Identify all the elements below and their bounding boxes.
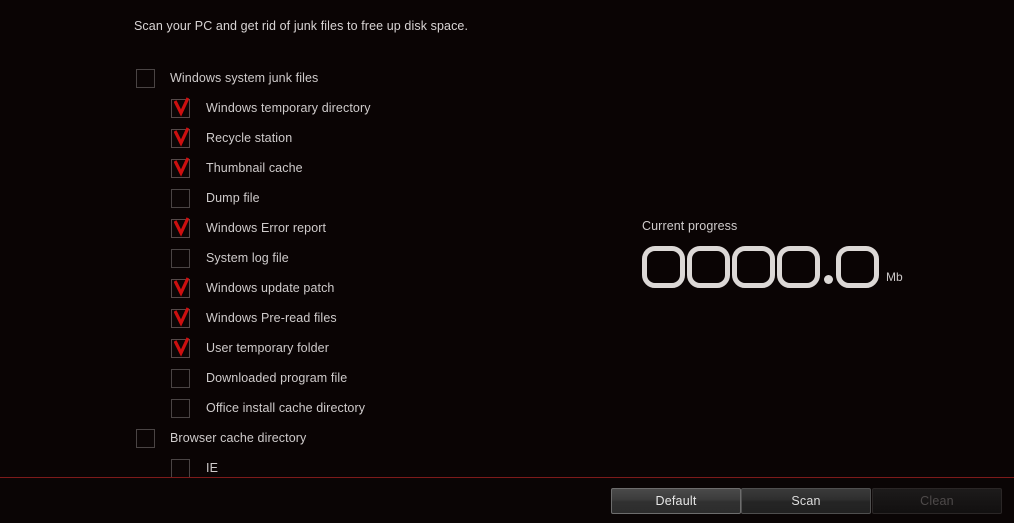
checkbox-label: Office install cache directory	[206, 401, 366, 415]
checkbox-label: Downloaded program file	[206, 371, 348, 385]
checkbox-row[interactable]: Dump file	[0, 183, 620, 213]
checkmark-icon	[174, 156, 189, 177]
checkmark-icon	[174, 306, 189, 327]
checkbox-row[interactable]: Recycle station	[0, 123, 620, 153]
junk-cleaner-window: Scan your PC and get rid of junk files t…	[0, 0, 1014, 523]
current-progress-label: Current progress	[642, 219, 738, 233]
intro-description: Scan your PC and get rid of junk files t…	[134, 19, 469, 33]
clean-button: Clean	[872, 488, 1002, 514]
checkbox-row[interactable]: Windows temporary directory	[0, 93, 620, 123]
checkbox-label: Recycle station	[206, 131, 293, 145]
checkbox-label: Windows update patch	[206, 281, 335, 295]
checkbox-checked-icon[interactable]	[171, 156, 190, 178]
scan-button[interactable]: Scan	[741, 488, 871, 514]
progress-decimal-point	[824, 275, 833, 284]
checkbox-checked-icon[interactable]	[171, 216, 190, 238]
progress-digit	[777, 246, 820, 288]
checkmark-icon	[174, 336, 189, 357]
checkbox-row[interactable]: System log file	[0, 243, 620, 273]
checkbox-unchecked-icon[interactable]	[171, 248, 190, 268]
default-button[interactable]: Default	[611, 488, 741, 514]
checkbox-row[interactable]: Windows Pre-read files	[0, 303, 620, 333]
checkbox-row[interactable]: Downloaded program file	[0, 363, 620, 393]
checkbox-unchecked-icon[interactable]	[171, 458, 190, 478]
checkbox-label: Windows system junk files	[170, 71, 319, 85]
checkbox-unchecked-icon[interactable]	[171, 368, 190, 388]
checkbox-unchecked-icon[interactable]	[136, 428, 155, 448]
current-progress-block: Current progress Mb	[642, 219, 932, 288]
checkbox-row[interactable]: Thumbnail cache	[0, 153, 620, 183]
checkbox-label: Browser cache directory	[170, 431, 307, 445]
checkbox-unchecked-icon[interactable]	[136, 68, 155, 88]
progress-readout: Mb	[642, 242, 932, 288]
checkbox-unchecked-icon[interactable]	[171, 398, 190, 418]
checkbox-checked-icon[interactable]	[171, 96, 190, 118]
checkbox-label: Windows temporary directory	[206, 101, 371, 115]
progress-digit	[836, 246, 879, 288]
junk-category-list: Windows system junk files Windows tempora…	[0, 63, 620, 483]
checkbox-label: IE	[206, 461, 219, 475]
checkmark-icon	[174, 276, 189, 297]
progress-unit-label: Mb	[886, 270, 903, 284]
checkbox-checked-icon[interactable]	[171, 126, 190, 148]
progress-digit	[687, 246, 730, 288]
checkbox-label: Dump file	[206, 191, 260, 205]
checkbox-label: Windows Pre-read files	[206, 311, 337, 325]
checkbox-unchecked-icon[interactable]	[171, 188, 190, 208]
checkbox-label: System log file	[206, 251, 289, 265]
checkbox-row[interactable]: User temporary folder	[0, 333, 620, 363]
checkbox-label: Windows Error report	[206, 221, 327, 235]
checkmark-icon	[174, 96, 189, 117]
progress-digit	[732, 246, 775, 288]
checkbox-row[interactable]: Browser cache directory	[0, 423, 620, 453]
footer-button-bar: Default Scan Clean	[0, 478, 1014, 523]
checkbox-label: Thumbnail cache	[206, 161, 303, 175]
checkbox-row[interactable]: Windows update patch	[0, 273, 620, 303]
checkbox-label: User temporary folder	[206, 341, 329, 355]
checkmark-icon	[174, 216, 189, 237]
checkmark-icon	[174, 126, 189, 147]
checkbox-row[interactable]: Windows system junk files	[0, 63, 620, 93]
checkbox-row[interactable]: Windows Error report	[0, 213, 620, 243]
progress-digit	[642, 246, 685, 288]
checkbox-checked-icon[interactable]	[171, 336, 190, 358]
checkbox-checked-icon[interactable]	[171, 306, 190, 328]
checkbox-row[interactable]: Office install cache directory	[0, 393, 620, 423]
checkbox-checked-icon[interactable]	[171, 276, 190, 298]
content-panel: Scan your PC and get rid of junk files t…	[0, 0, 1014, 478]
